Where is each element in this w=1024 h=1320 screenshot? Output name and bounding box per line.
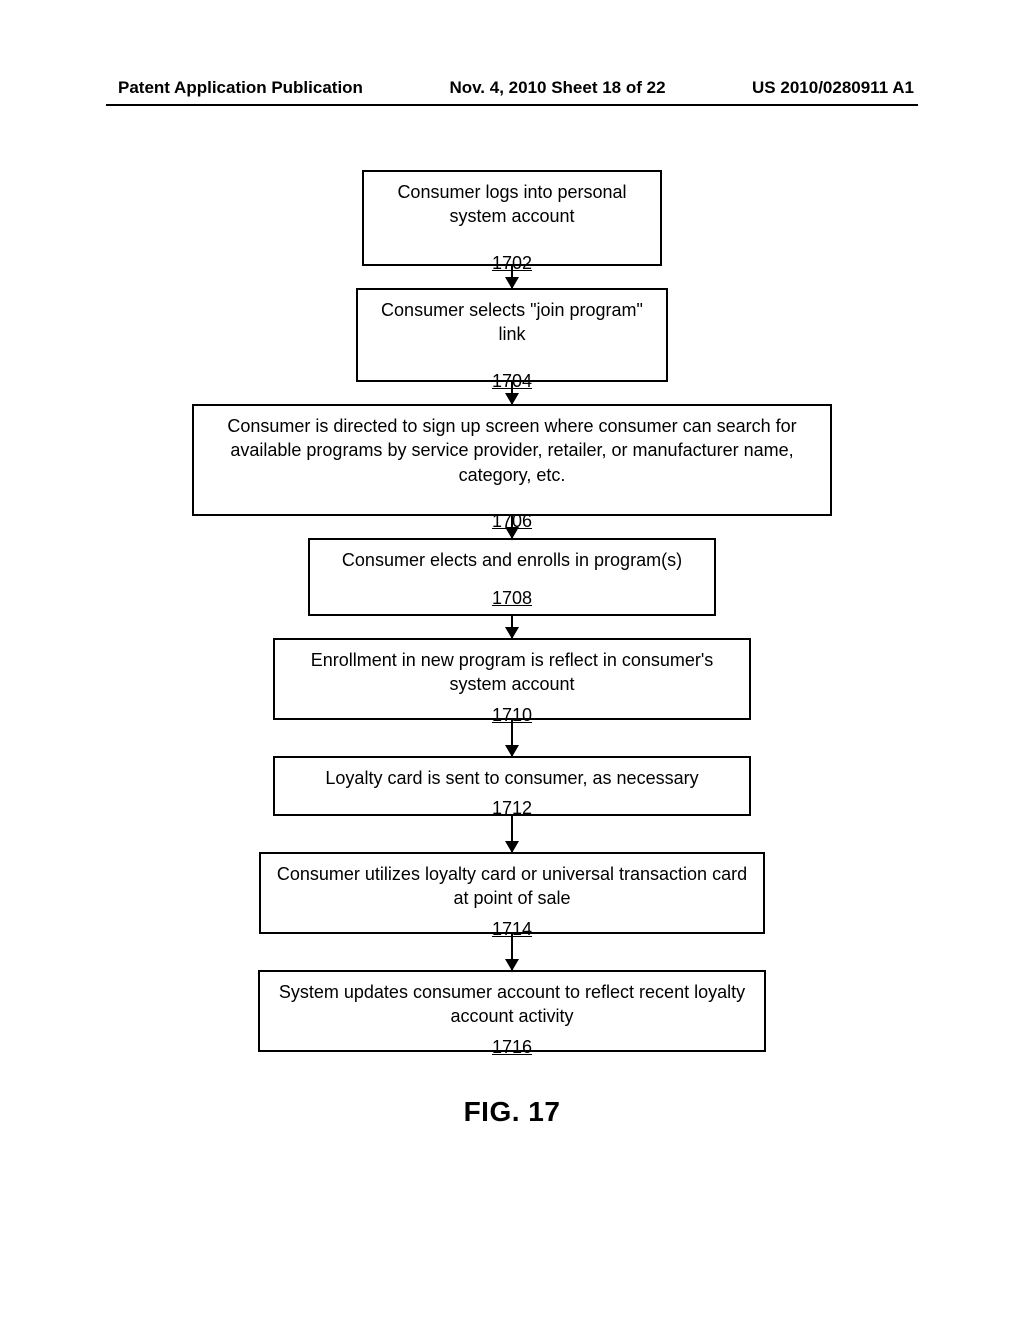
flow-arrow-icon <box>511 934 513 970</box>
flow-step-1710: Enrollment in new program is reflect in … <box>273 638 751 720</box>
header-date-sheet: Nov. 4, 2010 Sheet 18 of 22 <box>449 78 665 98</box>
flow-arrow-icon <box>511 516 513 538</box>
flow-step-text: Consumer selects "join program" link <box>372 298 652 347</box>
flow-step-text: Loyalty card is sent to consumer, as nec… <box>325 766 698 790</box>
flow-step-text: Enrollment in new program is reflect in … <box>289 648 735 697</box>
patent-page: Patent Application Publication Nov. 4, 2… <box>0 0 1024 1320</box>
flow-step-1708: Consumer elects and enrolls in program(s… <box>308 538 716 616</box>
flow-step-text: Consumer is directed to sign up screen w… <box>208 414 816 487</box>
flow-arrow-icon <box>511 266 513 288</box>
page-header: Patent Application Publication Nov. 4, 2… <box>0 78 1024 98</box>
flow-step-text: Consumer utilizes loyalty card or univer… <box>275 862 749 911</box>
flow-arrow-icon <box>511 616 513 638</box>
flow-arrow-icon <box>511 382 513 404</box>
flow-arrow-icon <box>511 720 513 756</box>
flow-step-ref: 1708 <box>492 586 532 610</box>
flow-step-1716: System updates consumer account to refle… <box>258 970 766 1052</box>
flow-step-1712: Loyalty card is sent to consumer, as nec… <box>273 756 751 816</box>
flow-step-text: Consumer elects and enrolls in program(s… <box>342 548 682 572</box>
flow-step-1704: Consumer selects "join program" link 170… <box>356 288 668 382</box>
header-publication: Patent Application Publication <box>118 78 363 98</box>
header-rule <box>106 104 918 106</box>
header-patent-number: US 2010/0280911 A1 <box>752 78 914 98</box>
flow-arrow-icon <box>511 816 513 852</box>
flowchart-figure: Consumer logs into personal system accou… <box>0 170 1024 1128</box>
flow-step-ref: 1716 <box>492 1035 532 1059</box>
flow-step-1714: Consumer utilizes loyalty card or univer… <box>259 852 765 934</box>
flow-step-text: Consumer logs into personal system accou… <box>378 180 646 229</box>
flow-step-1702: Consumer logs into personal system accou… <box>362 170 662 266</box>
figure-label: FIG. 17 <box>464 1096 561 1128</box>
flow-step-text: System updates consumer account to refle… <box>274 980 750 1029</box>
flow-step-1706: Consumer is directed to sign up screen w… <box>192 404 832 516</box>
